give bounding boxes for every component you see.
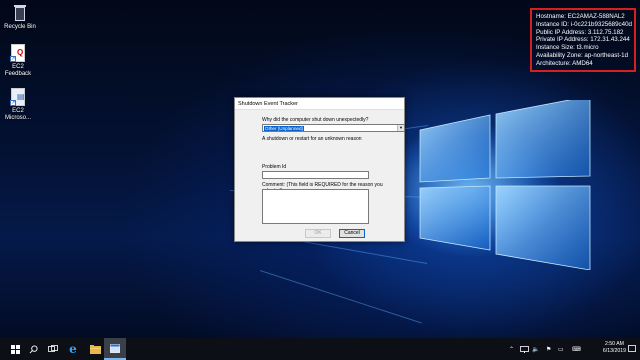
ec2-microsoft-label-line2: Microso...: [4, 115, 31, 121]
tray-network-icon[interactable]: [520, 338, 529, 360]
clock-time: 2:50 AM: [604, 341, 624, 347]
internet-explorer-icon: e: [69, 342, 77, 356]
dialog-title: Shutdown Event Tracker: [235, 98, 404, 110]
info-instance-size: Instance Size: t3.micro: [536, 44, 599, 52]
cancel-button[interactable]: Cancel: [339, 229, 365, 238]
ec2-feedback-label-line2: Feedback: [4, 71, 32, 77]
instance-info-panel: Hostname: EC2AMAZ-588NAL2 Instance ID: i…: [530, 8, 636, 72]
action-center-icon: [628, 345, 636, 352]
ec2-microsoft-label-line1: EC2: [12, 108, 24, 114]
problem-id-input[interactable]: [262, 171, 369, 179]
ec2-feedback-label-line1: EC2: [12, 64, 24, 70]
chevron-down-icon[interactable]: ▼: [397, 125, 404, 131]
tray-volume-icon[interactable]: 🔈: [532, 338, 539, 360]
shutdown-reason-select[interactable]: Other (Unplanned) ▼: [262, 124, 405, 132]
ec2-microsoft-shortcut[interactable]: ▤ ↗ EC2 Microso...: [0, 88, 36, 122]
info-architecture: Architecture: AMD64: [536, 59, 593, 67]
ec2-feedback-icon: Q ↗: [10, 44, 26, 62]
task-view-button[interactable]: [42, 338, 64, 360]
windows-start-icon: [10, 344, 20, 354]
folder-icon: [89, 344, 101, 354]
info-hostname: Hostname: EC2AMAZ-588NAL2: [536, 13, 625, 20]
shutdown-reason-selected: Other (Unplanned): [264, 126, 305, 131]
tray-keyboard-icon[interactable]: ⌨: [572, 338, 581, 360]
file-explorer-button[interactable]: [84, 338, 106, 360]
ec2-feedback-shortcut[interactable]: Q ↗ EC2 Feedback: [0, 44, 36, 78]
taskbar-clock[interactable]: 2:50 AM 6/13/2019: [603, 341, 626, 355]
ok-button[interactable]: OK: [305, 229, 331, 238]
internet-explorer-button[interactable]: e: [62, 338, 84, 360]
info-availability-zone: Availability Zone: ap-northeast-1d: [536, 51, 629, 59]
comment-textarea[interactable]: [262, 189, 369, 224]
recycle-bin-shortcut[interactable]: Recycle Bin: [2, 4, 38, 31]
clock-date: 6/13/2019: [602, 348, 626, 354]
search-icon: [29, 344, 38, 353]
tray-warning-flag-icon[interactable]: ⚑: [546, 338, 551, 360]
ec2-microsoft-icon: ▤ ↗: [10, 88, 26, 106]
shutdown-question-label: Why did the computer shut down unexpecte…: [262, 117, 369, 123]
desktop: Recycle Bin Q ↗ EC2 Feedback ▤ ↗ EC2 Mic…: [0, 0, 640, 338]
taskbar: e ⌃ 🔈 ⚑ ▭ ⌨ 2:50 AM 6/13/2019: [0, 338, 640, 360]
notifications-button[interactable]: [624, 338, 640, 360]
reason-description: A shutdown or restart for an unknown rea…: [262, 136, 362, 142]
info-private-ip: Private IP Address: 172.31.43.244: [536, 36, 630, 44]
info-public-ip: Public IP Address: 3.112.75.182: [536, 28, 624, 36]
tray-chevron-up-icon[interactable]: ⌃: [509, 338, 514, 360]
windows-logo-wallpaper: [419, 100, 591, 270]
recycle-bin-icon: [12, 4, 28, 22]
application-window-icon: [110, 343, 120, 353]
recycle-bin-label: Recycle Bin: [4, 24, 36, 30]
info-instance-id: Instance ID: i-0c221b9325689c40d: [536, 20, 632, 28]
wallpaper-beam: [259, 270, 422, 324]
tray-device-icon[interactable]: ▭: [558, 338, 564, 360]
problem-id-label: Problem Id: [262, 164, 287, 170]
shutdown-event-tracker-dialog: Shutdown Event Tracker Why did the compu…: [234, 97, 405, 242]
search-button[interactable]: [22, 338, 44, 360]
task-view-icon: [48, 345, 58, 352]
shutdown-tracker-taskbar-button[interactable]: [104, 338, 126, 360]
